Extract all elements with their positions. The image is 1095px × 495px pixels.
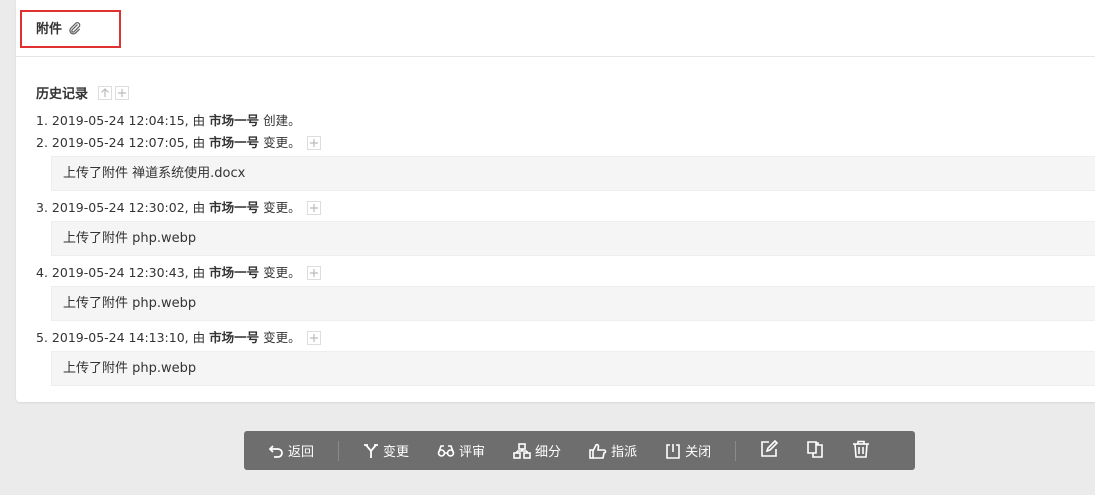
entry-user: 市场一号 (209, 265, 260, 280)
entry-user: 市场一号 (209, 113, 260, 128)
entry-action: 变更。 (263, 330, 301, 345)
sitemap-icon (513, 442, 531, 459)
entry-by: 由 (192, 330, 206, 345)
expand-entry-icon[interactable] (306, 266, 321, 280)
history-entry: 4. 2019-05-24 12:30:43, 由市场一号 变更。 (36, 262, 1095, 284)
paperclip-icon[interactable] (68, 21, 82, 35)
expand-entry-icon[interactable] (306, 136, 321, 150)
glasses-icon (437, 443, 455, 459)
back-label: 返回 (288, 445, 315, 460)
copy-icon (806, 440, 824, 462)
entry-detail: 上传了附件 禅道系统使用.docx (51, 156, 1095, 191)
entry-timestamp: 2019-05-24 14:13:10, (51, 330, 189, 345)
action-toolbar: 返回 变更 评审 细分 指派 关闭 (244, 431, 915, 470)
main-panel: 附件 历史记录 1. 2019-05-24 12:04:15, 由市场一号 创建。… (16, 0, 1095, 402)
expand-all-icon[interactable] (115, 85, 130, 100)
review-button[interactable]: 评审 (437, 431, 485, 470)
undo-arrow-icon (268, 443, 284, 459)
entry-action: 变更。 (263, 200, 301, 215)
entry-timestamp: 2019-05-24 12:30:02, (51, 200, 189, 215)
entry-by: 由 (192, 135, 206, 150)
assign-button[interactable]: 指派 (589, 431, 637, 470)
entry-timestamp: 2019-05-24 12:30:43, (51, 265, 189, 280)
review-label: 评审 (459, 445, 486, 460)
copy-button[interactable] (806, 440, 824, 462)
history-entry: 5. 2019-05-24 14:13:10, 由市场一号 变更。 (36, 327, 1095, 349)
entry-by: 由 (192, 200, 206, 215)
history-entry: 2. 2019-05-24 12:07:05, 由市场一号 变更。 (36, 132, 1095, 154)
entry-user: 市场一号 (209, 200, 260, 215)
entry-detail: 上传了附件 php.webp (51, 221, 1095, 256)
trash-icon (852, 440, 870, 462)
edit-icon (760, 439, 779, 462)
fork-icon (363, 443, 379, 459)
edit-button[interactable] (760, 439, 779, 462)
entry-index: 4. (36, 265, 48, 280)
toolbar-separator (338, 440, 340, 461)
section-divider (16, 56, 1095, 57)
expand-entry-icon[interactable] (306, 201, 321, 215)
entry-timestamp: 2019-05-24 12:04:15, (51, 113, 189, 128)
attachments-header: 附件 (36, 18, 82, 37)
entry-action: 创建。 (263, 113, 301, 128)
entry-action: 变更。 (263, 265, 301, 280)
change-label: 变更 (383, 445, 410, 460)
back-button[interactable]: 返回 (268, 431, 314, 470)
history-entry: 3. 2019-05-24 12:30:02, 由市场一号 变更。 (36, 197, 1095, 219)
subdivide-button[interactable]: 细分 (513, 431, 561, 470)
change-button[interactable]: 变更 (363, 431, 409, 470)
attachments-title: 附件 (36, 22, 63, 37)
history-title: 历史记录 (36, 87, 89, 102)
entry-by: 由 (192, 113, 206, 128)
history-header: 历史记录 (36, 83, 132, 102)
history-list: 1. 2019-05-24 12:04:15, 由市场一号 创建。 2. 2019… (36, 110, 1095, 392)
assign-label: 指派 (611, 445, 638, 460)
expand-entry-icon[interactable] (306, 331, 321, 345)
hand-point-icon (589, 443, 607, 459)
entry-timestamp: 2019-05-24 12:07:05, (51, 135, 189, 150)
history-entry: 1. 2019-05-24 12:04:15, 由市场一号 创建。 (36, 110, 1095, 132)
entry-by: 由 (192, 265, 206, 280)
entry-index: 2. (36, 135, 48, 150)
entry-detail: 上传了附件 php.webp (51, 351, 1095, 386)
entry-detail: 上传了附件 php.webp (51, 286, 1095, 321)
close-label: 关闭 (685, 445, 712, 460)
power-off-icon (665, 443, 681, 459)
entry-user: 市场一号 (209, 135, 260, 150)
entry-action: 变更。 (263, 135, 301, 150)
close-button[interactable]: 关闭 (665, 431, 711, 470)
toolbar-separator (735, 440, 737, 461)
entry-index: 1. (36, 113, 48, 128)
sort-up-icon[interactable] (98, 85, 113, 100)
delete-button[interactable] (852, 440, 870, 462)
entry-user: 市场一号 (209, 330, 260, 345)
entry-index: 3. (36, 200, 48, 215)
entry-index: 5. (36, 330, 48, 345)
subdivide-label: 细分 (535, 445, 562, 460)
